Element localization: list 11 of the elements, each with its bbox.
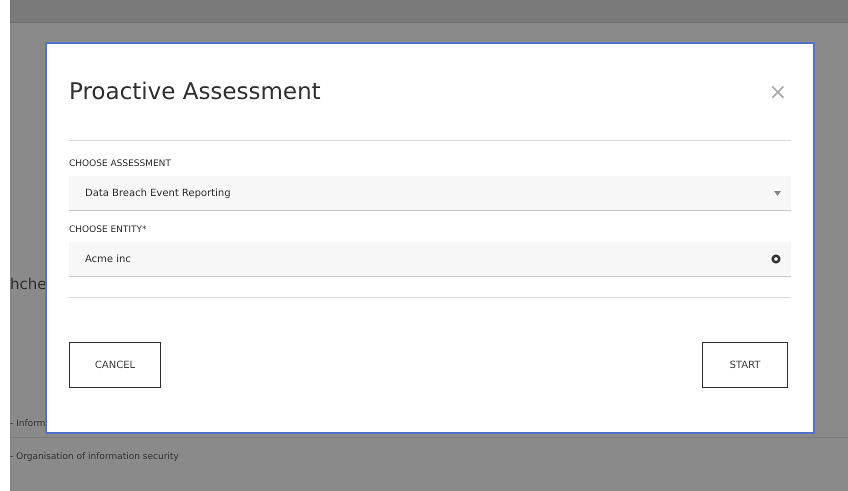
assessment-dropdown[interactable]: Data Breach Event Reporting [69, 176, 791, 211]
page-heading: hche [10, 275, 48, 293]
entity-field[interactable]: Acme inc [69, 242, 791, 277]
dialog-title: Proactive Assessment [69, 79, 321, 105]
start-button[interactable]: START [702, 342, 788, 388]
list-row-text: - Organisation of information security [10, 451, 180, 464]
field-label: CHOOSE ASSESSMENT [69, 159, 172, 169]
clear-icon [771, 254, 781, 264]
caret-icon [774, 190, 781, 196]
field-label: CHOOSE ENTITY* [69, 225, 148, 235]
cancel-button[interactable]: CANCEL [69, 342, 161, 388]
